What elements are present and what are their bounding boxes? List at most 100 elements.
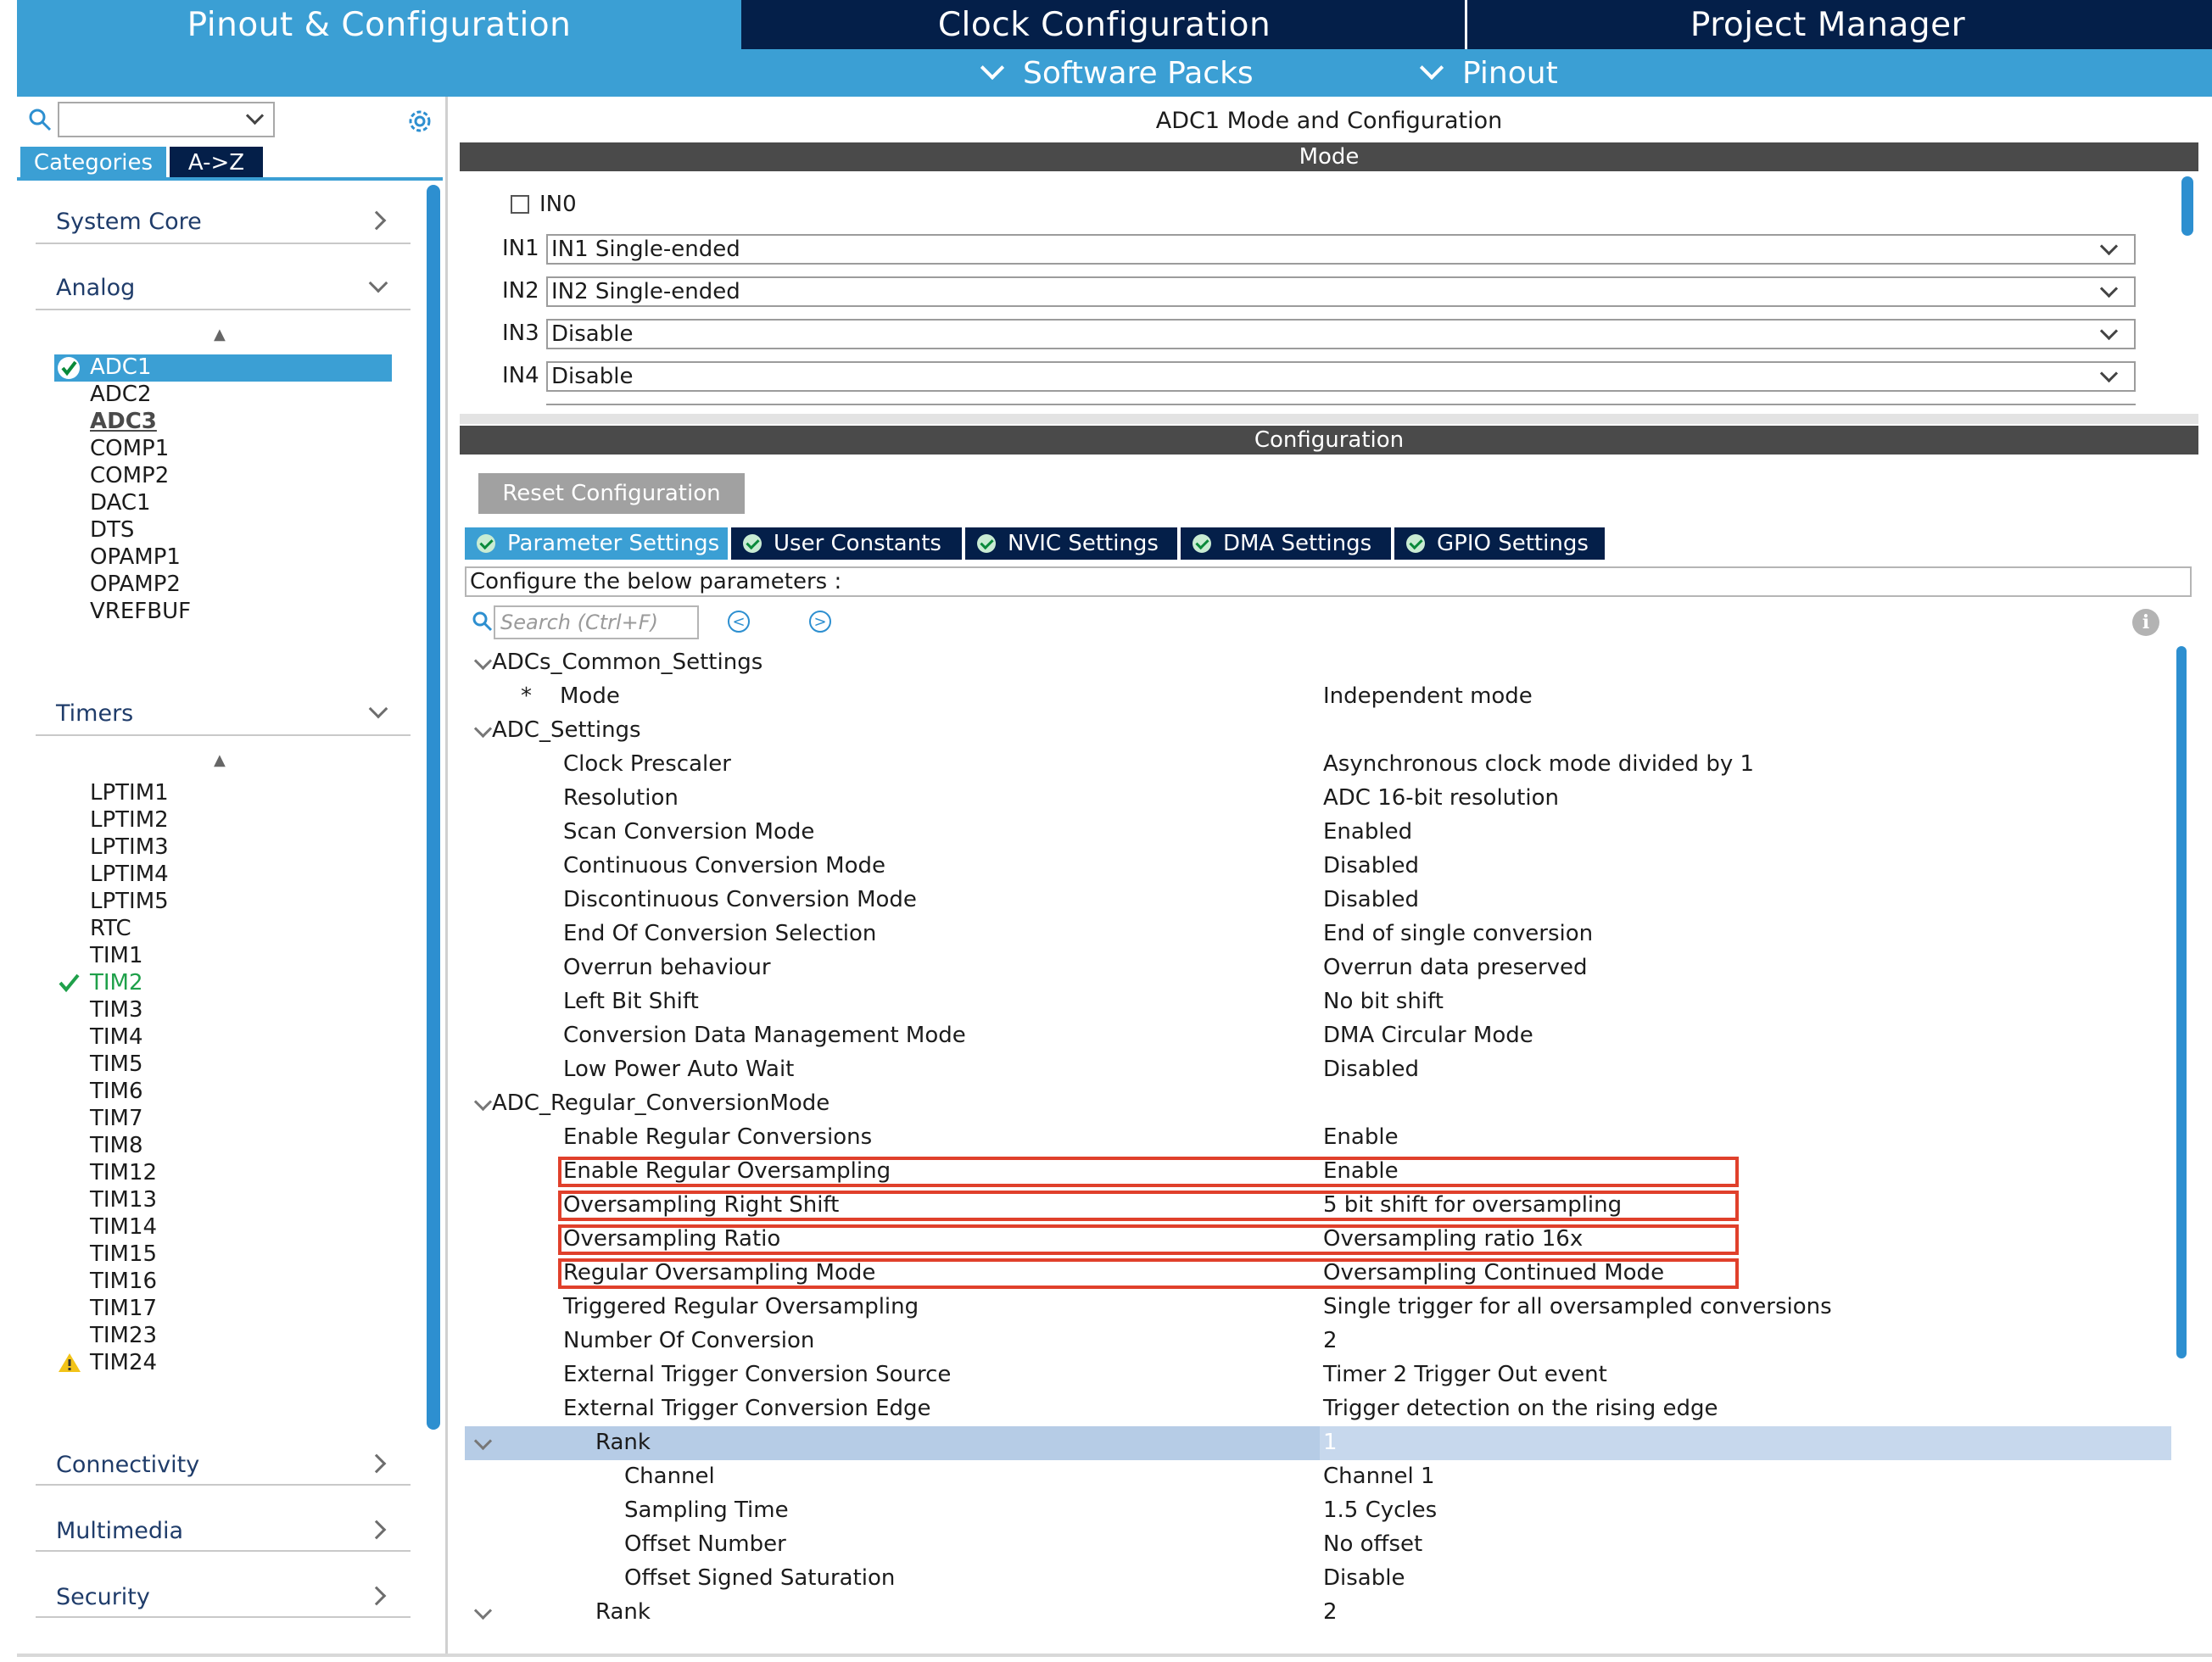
parameter-row[interactable]: Enable Regular Conversions Enable xyxy=(465,1121,2171,1155)
category-search-combo[interactable] xyxy=(58,102,275,137)
parameter-value[interactable]: Disabled xyxy=(1323,887,1419,912)
parameter-row[interactable]: Resolution ADC 16-bit resolution xyxy=(465,782,2171,816)
parameter-value[interactable]: ADC 16-bit resolution xyxy=(1323,785,1559,811)
chevron-down-icon[interactable] xyxy=(473,1601,493,1620)
tab-user-constants[interactable]: User Constants xyxy=(731,527,962,560)
rank-row[interactable]: Rank 2 xyxy=(465,1596,2171,1630)
in3-select[interactable]: Disable xyxy=(546,319,2136,349)
pinout-menu[interactable]: Pinout xyxy=(1419,49,1558,97)
parameter-value[interactable]: 1.5 Cycles xyxy=(1323,1497,1437,1523)
tab-dma-settings[interactable]: DMA Settings xyxy=(1181,527,1391,560)
tab-clock-configuration[interactable]: Clock Configuration xyxy=(744,0,1465,49)
parameter-row[interactable]: Continuous Conversion Mode Disabled xyxy=(465,850,2171,884)
timer-item-tim17[interactable]: TIM17 xyxy=(90,1296,157,1321)
in5-select-clipped[interactable] xyxy=(546,404,2136,412)
analog-item-adc2[interactable]: ADC2 xyxy=(90,382,152,407)
parameter-row[interactable]: Conversion Data Management Mode DMA Circu… xyxy=(465,1019,2171,1053)
timer-item-lptim1[interactable]: LPTIM1 xyxy=(90,780,169,806)
chevron-down-icon[interactable] xyxy=(473,1092,493,1112)
category-analog[interactable]: Analog xyxy=(56,275,135,301)
software-packs-menu[interactable]: Software Packs xyxy=(980,49,1254,97)
mode-scrollbar[interactable] xyxy=(2181,176,2193,236)
tab-pinout-configuration[interactable]: Pinout & Configuration xyxy=(17,0,741,49)
parameter-value[interactable]: Independent mode xyxy=(1323,683,1533,709)
left-scrollbar[interactable] xyxy=(427,185,440,1430)
parameter-value[interactable]: Timer 2 Trigger Out event xyxy=(1323,1362,1607,1387)
parameter-row[interactable]: Discontinuous Conversion Mode Disabled xyxy=(465,884,2171,917)
parameter-value[interactable]: 2 xyxy=(1323,1328,1338,1353)
timer-item-lptim2[interactable]: LPTIM2 xyxy=(90,807,169,833)
tab-categories[interactable]: Categories xyxy=(20,147,166,179)
category-multimedia[interactable]: Multimedia xyxy=(56,1518,183,1544)
parameter-value[interactable]: Overrun data preserved xyxy=(1323,955,1588,980)
timer-item-tim24[interactable]: TIM24 xyxy=(90,1350,157,1375)
parameter-row[interactable]: Offset Number No offset xyxy=(465,1528,2171,1562)
parameter-value[interactable]: Disable xyxy=(1323,1565,1405,1591)
parameter-row[interactable]: External Trigger Conversion Source Timer … xyxy=(465,1358,2171,1392)
parameter-row[interactable]: * Mode Independent mode xyxy=(465,680,2171,714)
parameter-row[interactable]: Number Of Conversion 2 xyxy=(465,1325,2171,1358)
parameter-row[interactable]: Low Power Auto Wait Disabled xyxy=(465,1053,2171,1087)
parameter-value[interactable]: Disabled xyxy=(1323,853,1419,878)
parameter-search-input[interactable]: Search (Ctrl+F) xyxy=(494,605,699,639)
parameter-value[interactable]: 1 xyxy=(1323,1430,1338,1455)
parameter-value[interactable]: Trigger detection on the rising edge xyxy=(1323,1396,1718,1421)
parameter-value[interactable]: Disabled xyxy=(1323,1057,1419,1082)
analog-item-adc3[interactable]: ADC3 xyxy=(90,409,157,434)
category-system-core[interactable]: System Core xyxy=(56,209,202,235)
in1-select[interactable]: IN1 Single-ended xyxy=(546,234,2136,265)
timer-item-tim16[interactable]: TIM16 xyxy=(90,1269,157,1294)
timer-item-tim8[interactable]: TIM8 xyxy=(90,1133,143,1158)
rank-value-cell[interactable] xyxy=(1320,1426,2171,1460)
category-connectivity[interactable]: Connectivity xyxy=(56,1452,199,1478)
chevron-down-icon[interactable] xyxy=(473,1431,493,1451)
parameter-value[interactable]: End of single conversion xyxy=(1323,921,1593,946)
rank-row[interactable]: Rank 1 xyxy=(465,1426,2171,1460)
timer-item-tim3[interactable]: TIM3 xyxy=(90,997,143,1023)
analog-item-vrefbuf[interactable]: VREFBUF xyxy=(90,599,191,624)
info-icon[interactable]: i xyxy=(2132,609,2159,636)
timer-item-tim5[interactable]: TIM5 xyxy=(90,1051,143,1077)
parameter-row[interactable]: External Trigger Conversion Edge Trigger … xyxy=(465,1392,2171,1426)
parameter-row[interactable]: Offset Signed Saturation Disable xyxy=(465,1562,2171,1596)
parameter-value[interactable]: 2 xyxy=(1323,1599,1338,1625)
parameter-value[interactable]: Asynchronous clock mode divided by 1 xyxy=(1323,751,1754,777)
reset-configuration-button[interactable]: Reset Configuration xyxy=(478,473,745,514)
in0-checkbox[interactable] xyxy=(511,195,529,214)
search-previous-icon[interactable]: < xyxy=(728,611,750,633)
gear-icon[interactable] xyxy=(405,107,434,136)
parameter-group[interactable]: ADCs_Common_Settings xyxy=(465,646,2171,680)
tab-gpio-settings[interactable]: GPIO Settings xyxy=(1394,527,1605,560)
parameter-value[interactable]: Enabled xyxy=(1323,819,1412,845)
analog-item-opamp1[interactable]: OPAMP1 xyxy=(90,544,181,570)
category-timers[interactable]: Timers xyxy=(56,700,133,727)
timer-item-lptim3[interactable]: LPTIM3 xyxy=(90,834,169,860)
timer-item-lptim4[interactable]: LPTIM4 xyxy=(90,862,169,887)
parameter-row[interactable]: Scan Conversion Mode Enabled xyxy=(465,816,2171,850)
search-next-icon[interactable]: > xyxy=(809,611,831,633)
timer-item-tim1[interactable]: TIM1 xyxy=(90,943,143,968)
parameter-row[interactable]: Sampling Time 1.5 Cycles xyxy=(465,1494,2171,1528)
chevron-down-icon[interactable] xyxy=(473,651,493,671)
timer-item-tim23[interactable]: TIM23 xyxy=(90,1323,157,1348)
in4-select[interactable]: Disable xyxy=(546,361,2136,392)
analog-item-dts[interactable]: DTS xyxy=(90,517,134,543)
parameter-row[interactable]: Clock Prescaler Asynchronous clock mode d… xyxy=(465,748,2171,782)
analog-item-comp1[interactable]: COMP1 xyxy=(90,436,169,461)
parameter-row[interactable]: Overrun behaviour Overrun data preserved xyxy=(465,951,2171,985)
parameter-value[interactable]: No offset xyxy=(1323,1531,1422,1557)
parameter-row[interactable]: End Of Conversion Selection End of single… xyxy=(465,917,2171,951)
parameter-scrollbar[interactable] xyxy=(2176,646,2187,1358)
tab-parameter-settings[interactable]: Parameter Settings xyxy=(465,527,728,560)
timer-item-tim2[interactable]: TIM2 xyxy=(90,970,143,996)
chevron-down-icon[interactable] xyxy=(473,719,493,739)
analog-item-dac1[interactable]: DAC1 xyxy=(90,490,151,516)
analog-item-comp2[interactable]: COMP2 xyxy=(90,463,169,488)
tab-nvic-settings[interactable]: NVIC Settings xyxy=(965,527,1177,560)
timer-item-tim12[interactable]: TIM12 xyxy=(90,1160,157,1185)
in2-select[interactable]: IN2 Single-ended xyxy=(546,276,2136,307)
parameter-value[interactable]: DMA Circular Mode xyxy=(1323,1023,1533,1048)
parameter-row[interactable]: Triggered Regular Oversampling Single tri… xyxy=(465,1291,2171,1325)
parameter-value[interactable]: Single trigger for all oversampled conve… xyxy=(1323,1294,1832,1319)
sort-icon[interactable]: ▲ xyxy=(214,326,226,343)
